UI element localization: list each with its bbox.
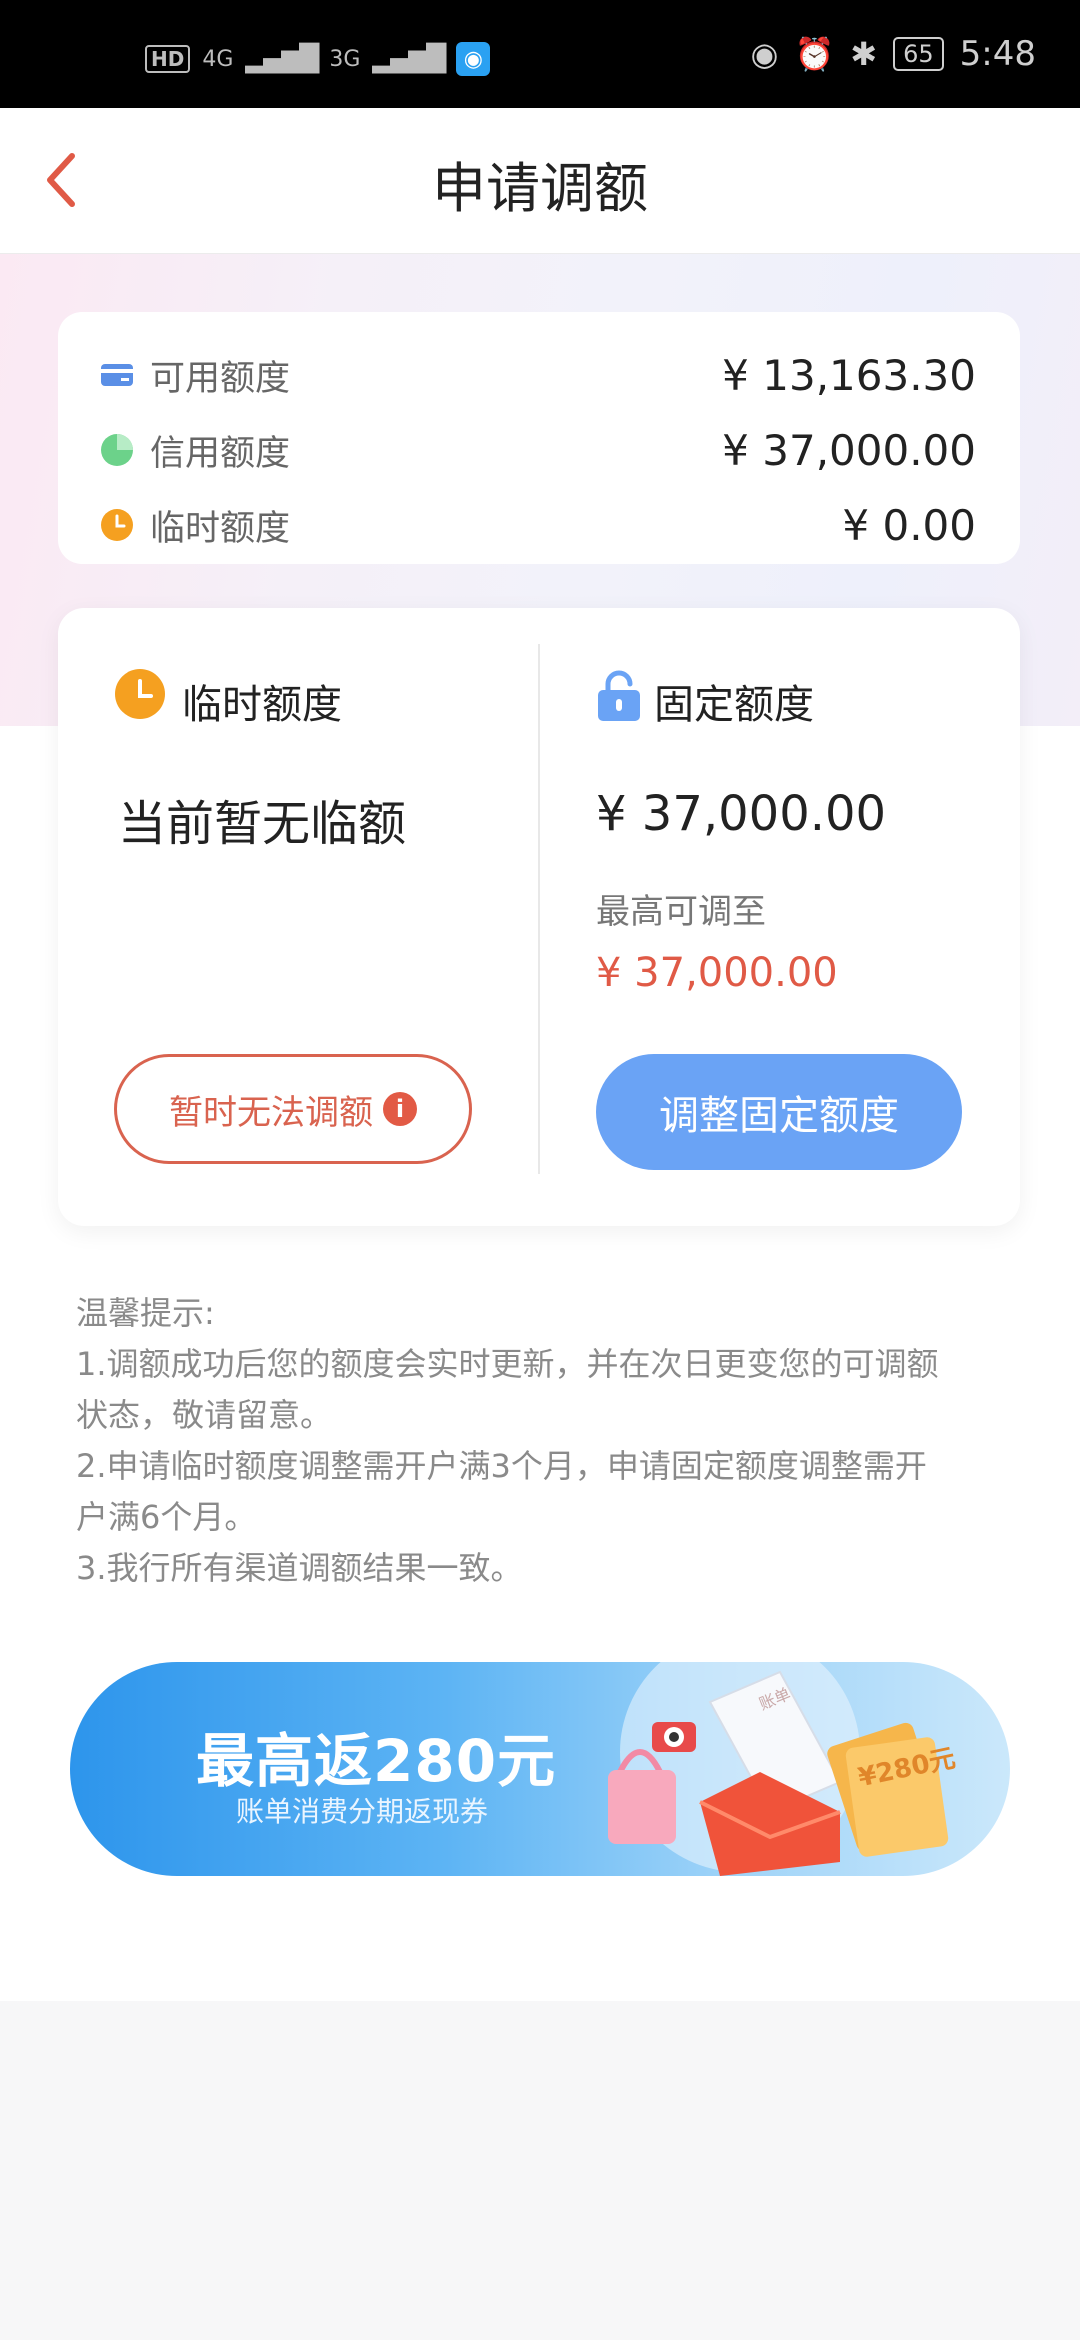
clock-time: 5:48 xyxy=(959,34,1036,74)
status-left: HD 4G ▂▄▆█ 3G ▂▄▆█ ◉ xyxy=(145,42,491,76)
summary-value: ¥ 0.00 xyxy=(842,500,976,550)
quota-adjust-card: 临时额度 当前暂无临额 暂时无法调额 i 固定额度 ¥ 37,000.00 最高… xyxy=(58,608,1020,1226)
banner-subtitle: 账单消费分期返现券 xyxy=(236,1795,489,1828)
tips-line: 1.调额成功后您的额度会实时更新，并在次日更变您的可调额 xyxy=(76,1345,939,1383)
notification-app-icon: ◉ xyxy=(456,42,491,76)
summary-value: ¥ 13,163.30 xyxy=(722,350,976,400)
camera-icon xyxy=(652,1722,696,1752)
status-right: ◉ ⏰ ✱ 65 5:48 xyxy=(751,34,1036,74)
temp-quota-title: 临时额度 xyxy=(182,682,342,728)
tips-heading: 温馨提示: xyxy=(76,1294,215,1332)
summary-row-available: 可用额度 ¥ 13,163.30 xyxy=(58,345,1020,405)
battery-icon: 65 xyxy=(893,37,944,71)
info-icon[interactable]: i xyxy=(383,1092,417,1126)
column-divider xyxy=(538,644,540,1174)
status-bar: HD 4G ▂▄▆█ 3G ▂▄▆█ ◉ ◉ ⏰ ✱ 65 5:48 xyxy=(0,0,1080,108)
banner-illustration: 账单 ¥280元 xyxy=(608,1662,958,1876)
temp-adjust-label: 暂时无法调额 xyxy=(169,1092,373,1133)
fixed-quota-title: 固定额度 xyxy=(654,682,814,728)
fixed-quota-value: ¥ 37,000.00 xyxy=(596,786,887,842)
alarm-icon: ⏰ xyxy=(794,35,835,73)
max-adjust-label: 最高可调至 xyxy=(596,892,766,932)
card-icon xyxy=(101,364,133,386)
page-title: 申请调额 xyxy=(432,157,648,220)
summary-label: 临时额度 xyxy=(150,508,291,549)
adjust-fixed-quota-button[interactable]: 调整固定额度 xyxy=(596,1054,962,1170)
pie-icon xyxy=(101,434,133,466)
summary-row-temporary: 临时额度 ¥ 0.00 xyxy=(58,495,1020,555)
tips-line: 状态，敬请留意。 xyxy=(76,1396,333,1434)
summary-row-credit: 信用额度 ¥ 37,000.00 xyxy=(58,420,1020,480)
clock-icon xyxy=(101,509,133,541)
promo-banner[interactable]: 最高返280元 账单消费分期返现券 账单 ¥280元 xyxy=(70,1662,1010,1876)
network-3g: 3G xyxy=(329,46,361,72)
tips-line: 3.我行所有渠道调额结果一致。 xyxy=(76,1549,523,1587)
eye-icon: ◉ xyxy=(750,35,779,73)
summary-value: ¥ 37,000.00 xyxy=(722,425,976,475)
clock-icon xyxy=(115,669,165,719)
tips-section: 温馨提示: 1.调额成功后您的额度会实时更新，并在次日更变您的可调额 状态，敬请… xyxy=(76,1288,1016,1594)
quota-summary-card: 可用额度 ¥ 13,163.30 信用额度 ¥ 37,000.00 临时额度 ¥… xyxy=(58,312,1020,564)
nav-bar: 申请调额 xyxy=(0,108,1080,254)
temp-quota-status: 当前暂无临额 xyxy=(118,796,407,852)
tips-line: 户满6个月。 xyxy=(76,1498,257,1536)
network-4g: 4G xyxy=(202,46,234,72)
banner-title: 最高返280元 xyxy=(196,1727,557,1795)
lock-icon xyxy=(598,670,640,721)
tips-line: 2.申请临时额度调整需开户满3个月，申请固定额度调整需开 xyxy=(76,1447,927,1485)
signal-icon-2: ▂▄▆█ xyxy=(372,44,446,74)
hd-indicator: HD xyxy=(145,45,191,73)
max-adjust-value: ¥ 37,000.00 xyxy=(596,950,838,996)
summary-label: 信用额度 xyxy=(150,433,291,474)
signal-icon: ▂▄▆█ xyxy=(245,44,319,74)
bluetooth-icon: ✱ xyxy=(850,35,878,73)
summary-label: 可用额度 xyxy=(150,358,291,399)
temp-adjust-button[interactable]: 暂时无法调额 i xyxy=(114,1054,472,1164)
